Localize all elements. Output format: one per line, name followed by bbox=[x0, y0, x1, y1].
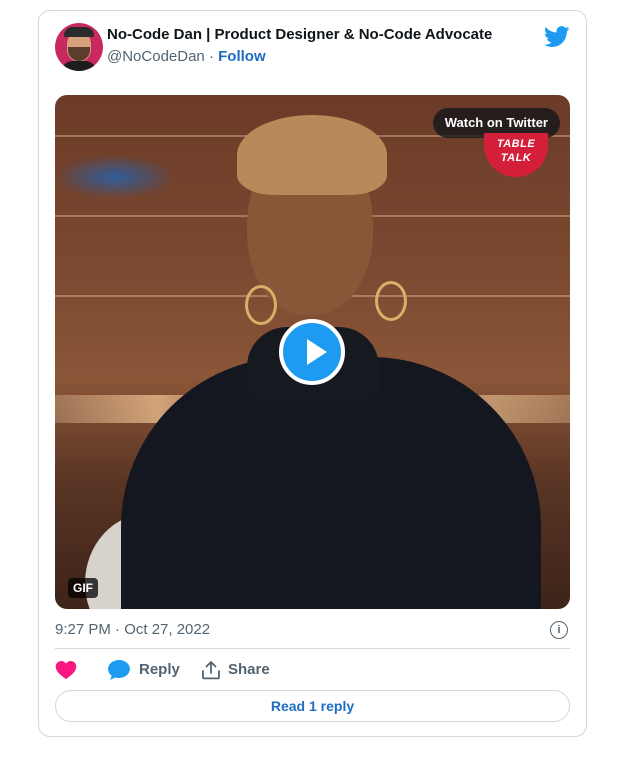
author-display-name[interactable]: No-Code Dan | Product Designer & No-Code… bbox=[107, 26, 492, 43]
heart-icon[interactable] bbox=[55, 661, 77, 679]
earring-right bbox=[375, 281, 407, 321]
reply-button-label[interactable]: Reply bbox=[139, 661, 180, 678]
share-icon[interactable] bbox=[201, 660, 221, 680]
author-handle[interactable]: @NoCodeDan bbox=[107, 48, 205, 65]
handle-separator: · bbox=[208, 48, 214, 65]
info-icon[interactable]: i bbox=[550, 621, 568, 639]
avatar-shirt bbox=[61, 61, 97, 71]
person-hair bbox=[237, 115, 387, 195]
author-handle-row: @NoCodeDan · Follow bbox=[107, 48, 266, 65]
tweet-embed-card: No-Code Dan | Product Designer & No-Code… bbox=[38, 10, 587, 737]
earring-left bbox=[245, 285, 277, 325]
divider bbox=[55, 648, 570, 649]
logo-line-1: TABLE bbox=[496, 138, 536, 150]
share-button-label[interactable]: Share bbox=[228, 661, 270, 678]
tweet-header: No-Code Dan | Product Designer & No-Code… bbox=[55, 23, 570, 71]
reply-bubble-icon[interactable] bbox=[108, 660, 130, 680]
table-talk-logo: TABLE TALK bbox=[484, 133, 548, 177]
read-replies-button[interactable]: Read 1 reply bbox=[55, 690, 570, 722]
follow-button[interactable]: Follow bbox=[218, 48, 266, 65]
tweet-timestamp[interactable]: 9:27 PM · Oct 27, 2022 bbox=[55, 621, 210, 638]
play-button[interactable] bbox=[279, 319, 345, 385]
gif-badge: GIF bbox=[68, 578, 98, 598]
tweet-media-video[interactable]: Watch on Twitter TABLE TALK GIF bbox=[55, 95, 570, 609]
avatar[interactable] bbox=[55, 23, 103, 71]
logo-line-2: TALK bbox=[500, 152, 532, 164]
twitter-bird-icon[interactable] bbox=[544, 26, 570, 48]
avatar-cap bbox=[64, 27, 94, 37]
